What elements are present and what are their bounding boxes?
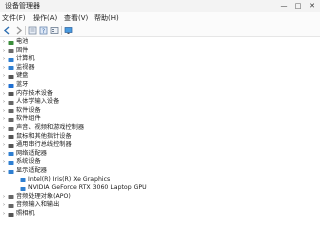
device-category-icon xyxy=(8,83,14,88)
device-category-icon xyxy=(20,178,26,183)
monitor-icon[interactable] xyxy=(64,26,73,35)
device-label: 蓝牙 xyxy=(16,81,29,88)
help-icon[interactable]: ? xyxy=(39,26,48,35)
toolbar: ? xyxy=(0,25,320,37)
device-item[interactable]: NVIDIA GeForce RTX 3060 Laptop GPU xyxy=(0,184,320,193)
expand-arrow-icon[interactable]: › xyxy=(2,98,6,107)
category-item[interactable]: › 系统设备 xyxy=(0,158,320,167)
device-label: 键盘 xyxy=(16,72,29,80)
expand-arrow-icon[interactable]: › xyxy=(2,55,6,64)
device-category-icon xyxy=(8,117,14,122)
expand-arrow-icon[interactable]: › xyxy=(2,107,6,116)
device-category-icon xyxy=(8,160,14,165)
category-item[interactable]: › 照相机 xyxy=(0,210,320,219)
expand-arrow-icon[interactable]: › xyxy=(2,210,6,219)
category-item[interactable]: › 电池 xyxy=(0,38,320,47)
expand-arrow-icon[interactable]: › xyxy=(2,193,6,202)
title-bar: 设备管理器 — □ ✕ xyxy=(0,0,320,12)
expand-arrow-icon[interactable]: › xyxy=(2,72,6,81)
device-category-icon xyxy=(8,195,14,200)
device-label: 声音、视频和游戏控制器 xyxy=(16,124,85,131)
expand-arrow-icon[interactable]: › xyxy=(2,150,6,159)
forward-icon[interactable] xyxy=(14,26,23,35)
category-item[interactable]: › 蓝牙 xyxy=(0,81,320,90)
expand-arrow-icon[interactable]: › xyxy=(2,115,6,124)
device-category-icon xyxy=(8,66,14,71)
device-category-icon xyxy=(8,203,14,208)
device-category-icon xyxy=(8,100,14,105)
properties-icon[interactable] xyxy=(28,26,37,35)
menu-action[interactable]: 操作(A) xyxy=(33,12,57,25)
expand-arrow-icon[interactable]: › xyxy=(2,47,6,56)
device-category-icon xyxy=(8,40,14,45)
expand-arrow-icon[interactable]: › xyxy=(2,64,6,73)
category-item[interactable]: › 鼠标和其他指针设备 xyxy=(0,133,320,142)
device-category-icon xyxy=(8,49,14,54)
menu-bar: 文件(F) 操作(A) 查看(V) 帮助(H) xyxy=(0,12,320,25)
category-item[interactable]: › 人体学输入设备 xyxy=(0,98,320,107)
category-item[interactable]: › 声音、视频和游戏控制器 xyxy=(0,124,320,133)
category-item[interactable]: › 软件组件 xyxy=(0,115,320,124)
device-category-icon xyxy=(8,143,14,148)
device-category-icon xyxy=(8,57,14,62)
device-label: 人体学输入设备 xyxy=(16,98,60,106)
view-icon[interactable] xyxy=(50,26,59,35)
device-label: Intel(R) Iris(R) Xe Graphics xyxy=(28,175,111,183)
device-label: 显示适配器 xyxy=(16,167,47,174)
device-item[interactable]: Intel(R) Iris(R) Xe Graphics xyxy=(0,176,320,185)
device-label: 音频输入和输出 xyxy=(16,201,60,209)
device-category-icon xyxy=(8,212,14,217)
back-icon[interactable] xyxy=(3,26,12,35)
device-label: 电池 xyxy=(16,38,29,45)
expand-arrow-icon[interactable]: › xyxy=(2,90,6,99)
device-category-icon xyxy=(8,169,14,174)
expand-arrow-icon[interactable]: › xyxy=(2,158,6,167)
device-label: 软件组件 xyxy=(16,115,41,123)
device-label: 计算机 xyxy=(16,55,35,63)
category-item[interactable]: › 键盘 xyxy=(0,72,320,81)
maximize-button[interactable]: □ xyxy=(292,0,304,12)
category-item[interactable]: › 固件 xyxy=(0,47,320,56)
device-category-icon xyxy=(8,92,14,97)
window-title: 设备管理器 xyxy=(5,2,40,10)
device-category-icon xyxy=(8,74,14,79)
category-item[interactable]: › 软件设备 xyxy=(0,107,320,116)
expand-arrow-icon[interactable]: › xyxy=(2,141,6,150)
toolbar-separator xyxy=(61,26,62,35)
menu-view[interactable]: 查看(V) xyxy=(64,12,88,25)
device-label: 鼠标和其他指针设备 xyxy=(16,132,72,140)
collapse-arrow-icon[interactable]: ⌄ xyxy=(2,167,6,176)
expand-arrow-icon[interactable]: › xyxy=(2,81,6,90)
device-label: 固件 xyxy=(16,46,29,54)
device-label: 照相机 xyxy=(16,210,35,217)
close-button[interactable]: ✕ xyxy=(306,0,318,12)
expand-arrow-icon[interactable]: › xyxy=(2,38,6,47)
category-item[interactable]: › 计算机 xyxy=(0,55,320,64)
category-item[interactable]: ⌄ 显示适配器 xyxy=(0,167,320,176)
category-item[interactable]: › 通用串行总线控制器 xyxy=(0,141,320,150)
menu-file[interactable]: 文件(F) xyxy=(2,12,26,25)
device-label: 系统设备 xyxy=(16,158,41,166)
category-item[interactable]: › 网络适配器 xyxy=(0,150,320,159)
category-item[interactable]: › 音频输入和输出 xyxy=(0,201,320,210)
device-label: NVIDIA GeForce RTX 3060 Laptop GPU xyxy=(28,184,147,192)
device-label: 内存技术设备 xyxy=(16,89,54,97)
device-category-icon xyxy=(8,126,14,131)
device-category-icon xyxy=(20,186,26,191)
category-item[interactable]: › 内存技术设备 xyxy=(0,90,320,99)
device-category-icon xyxy=(8,135,14,140)
expand-arrow-icon[interactable]: › xyxy=(2,133,6,142)
category-item[interactable]: › 监视器 xyxy=(0,64,320,73)
expand-arrow-icon[interactable]: › xyxy=(2,201,6,210)
toolbar-separator xyxy=(25,26,26,35)
device-tree: › 电池 › 固件 › 计算机 › 监视器 › 键盘 › 蓝牙 › 内存技术设备 › 人体学输入设备 › 软件设备… xyxy=(0,37,320,240)
device-category-icon xyxy=(8,152,14,157)
device-category-icon xyxy=(8,109,14,114)
minimize-button[interactable]: — xyxy=(278,0,290,12)
expand-arrow-icon[interactable]: › xyxy=(2,124,6,133)
svg-text:?: ? xyxy=(42,28,45,35)
device-label: 通用串行总线控制器 xyxy=(16,141,72,149)
menu-help[interactable]: 帮助(H) xyxy=(94,12,119,25)
